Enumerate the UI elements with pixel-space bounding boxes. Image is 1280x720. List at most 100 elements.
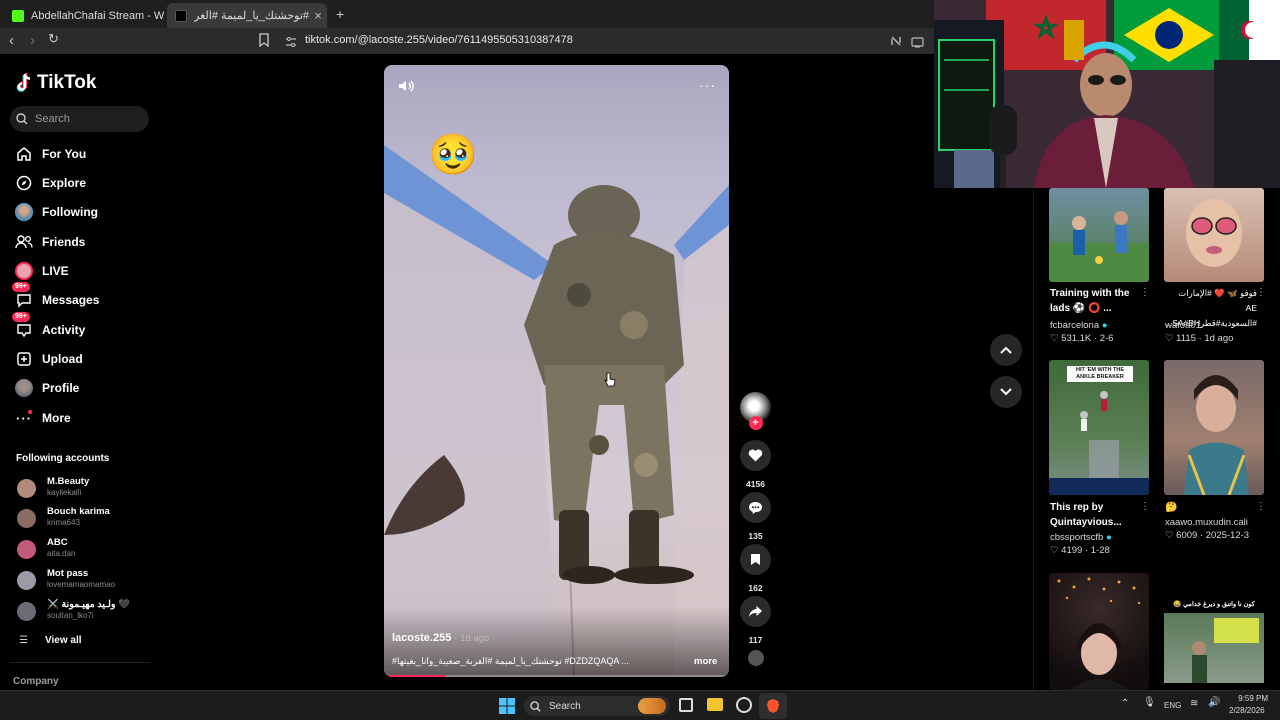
share-icon[interactable] (740, 596, 771, 627)
card-stats: ♡ 6009 · 2025-12-3 (1165, 530, 1250, 541)
bookmark-action[interactable]: 162 (740, 544, 771, 593)
activity-icon: 99+ (12, 312, 34, 340)
taskbar-search[interactable]: Search (524, 696, 670, 716)
list-icon: ☰ (19, 635, 28, 646)
avatar (17, 540, 36, 559)
thumbnail-caption: كون نا واتنق و ديرغ خدامي 😂 (1173, 601, 1255, 608)
webcam-overlay (934, 0, 1280, 188)
no-tracking-icon[interactable] (890, 34, 902, 52)
new-tab-button[interactable]: + (336, 6, 344, 22)
thumbnail-image (1164, 613, 1264, 683)
video-thumbnail[interactable]: كون نا واتنق و ديرغ خدامي 😂 (1164, 573, 1264, 690)
progress-fill (384, 675, 447, 677)
card-more-icon[interactable]: ⋮ (1256, 501, 1266, 512)
card-user[interactable]: cbssportscfb ● (1050, 532, 1112, 543)
nav-upload[interactable]: Upload (14, 348, 154, 370)
clock-date[interactable]: 2/28/2026 (1229, 706, 1265, 715)
account-item[interactable]: Mot pass lovemamaomamao (17, 568, 157, 592)
author-avatar-button[interactable]: + (740, 392, 771, 430)
tiktok-icon (175, 9, 187, 22)
sound-disc-icon[interactable] (748, 650, 764, 666)
nav-activity[interactable]: 99+ Activity (12, 312, 154, 341)
site-settings-icon[interactable] (285, 35, 297, 53)
view-all-link[interactable]: View all (45, 635, 82, 646)
card-title[interactable]: This rep by Quintayvious... (1050, 500, 1142, 530)
comment-icon[interactable] (740, 492, 771, 523)
app-icon[interactable] (736, 697, 752, 713)
nav-following[interactable]: Following (14, 201, 154, 223)
bookmark-icon[interactable] (740, 544, 771, 575)
previous-video-button[interactable] (990, 334, 1022, 366)
tray-chevron-up-icon[interactable]: ⌃ (1121, 698, 1129, 709)
url-field[interactable]: tiktok.com/@lacoste.255/video/7611495505… (305, 34, 573, 46)
microphone-icon[interactable]: 🎙 (1143, 697, 1156, 708)
card-more-icon[interactable]: ⋮ (1256, 287, 1266, 298)
account-item[interactable]: ABC aita.dan (17, 537, 157, 561)
company-link[interactable]: Company (13, 676, 59, 687)
windows-start-icon[interactable] (499, 698, 515, 719)
nav-profile[interactable]: Profile (14, 377, 154, 399)
nav-friends[interactable]: Friends (14, 231, 154, 253)
upload-icon (14, 349, 34, 369)
video-player[interactable]: ··· 🥹 lacoste.255 · 1d ago #توحشتك_يا_لم… (384, 65, 729, 677)
wifi-icon[interactable]: ≋ (1190, 698, 1198, 709)
nav-for-you[interactable]: For You (14, 143, 154, 165)
cast-icon[interactable] (911, 35, 924, 53)
video-more-icon[interactable]: ··· (699, 77, 716, 93)
video-thumbnail[interactable] (1164, 360, 1264, 495)
file-explorer-icon[interactable] (707, 698, 723, 711)
compass-icon (14, 173, 34, 193)
webcam-frame (934, 0, 1280, 188)
card-user[interactable]: wafoa01 (1165, 320, 1201, 331)
back-icon[interactable]: ‹ (9, 32, 14, 49)
caption-more-button[interactable]: more (694, 656, 717, 667)
close-tab-icon[interactable]: × (309, 8, 327, 23)
account-item[interactable]: Bouch karima krima643 (17, 506, 157, 530)
card-title[interactable]: 🤔 (1165, 500, 1257, 515)
video-caption: #توحشتك_يا_لميمة #الغربة_صعيبة_وانا_بغيت… (392, 656, 629, 666)
taskbar: Search ⌃ 🎙 ENG ≋ 🔊 9:59 PM 2/28/2026 (0, 690, 1280, 720)
clock-time[interactable]: 9:59 PM (1238, 694, 1268, 703)
volume-icon[interactable] (398, 79, 414, 98)
card-user[interactable]: xaawo.muxudin.cali (1165, 517, 1248, 528)
task-view-icon[interactable] (679, 698, 693, 712)
video-thumbnail[interactable]: HIT 'EM WITH THE ANKLE BREAKER (1049, 360, 1149, 495)
reload-icon[interactable]: ↻ (48, 31, 59, 47)
search-input[interactable]: Search (10, 106, 149, 132)
follow-plus-icon[interactable]: + (748, 416, 763, 430)
nav-messages[interactable]: 99+ Messages (12, 282, 154, 311)
card-more-icon[interactable]: ⋮ (1140, 287, 1150, 298)
home-icon (14, 144, 34, 164)
next-video-button[interactable] (990, 376, 1022, 408)
language-indicator[interactable]: ENG (1164, 701, 1181, 710)
avatar (17, 479, 36, 498)
account-item[interactable]: ⚔️ ولـيد مهيـمونة 🖤 soultan_lko7i (17, 599, 157, 623)
nav-more[interactable]: ··· More (14, 407, 154, 429)
comment-action[interactable]: 135 (740, 492, 771, 541)
video-thumbnail[interactable] (1164, 188, 1264, 282)
volume-tray-icon[interactable]: 🔊 (1208, 697, 1220, 708)
card-title[interactable]: Training with the lads ⚽ ⭕ ... (1050, 286, 1142, 316)
forward-icon[interactable]: › (30, 32, 35, 49)
bookmark-page-icon[interactable] (259, 33, 269, 52)
tiktok-logo[interactable]: TikTok (16, 72, 96, 94)
brave-taskbar-button[interactable] (759, 693, 787, 719)
tab-stream[interactable]: AbdellahChafai Stream - Watch Live : (4, 3, 164, 28)
search-icon (16, 113, 28, 125)
avatar (17, 509, 36, 528)
like-action[interactable]: 4156 (740, 440, 771, 489)
tab-tiktok[interactable]: #توحشتك_يا_لميمة #الغربة_صعيبة × (167, 3, 327, 28)
share-action[interactable]: 117 (740, 596, 771, 645)
avatar (17, 602, 36, 621)
video-thumbnail[interactable] (1049, 188, 1149, 282)
search-highlight-icon (638, 698, 666, 714)
progress-track[interactable] (384, 675, 729, 677)
nav-explore[interactable]: Explore (14, 172, 154, 194)
heart-icon[interactable] (740, 440, 771, 471)
card-user[interactable]: fcbarcelona ● (1050, 320, 1108, 331)
video-author[interactable]: lacoste.255 · 1d ago (392, 632, 489, 644)
nav-live[interactable]: LIVE (14, 260, 154, 282)
video-thumbnail[interactable] (1049, 573, 1149, 690)
account-item[interactable]: M.Beauty kayliekalli (17, 476, 157, 500)
card-more-icon[interactable]: ⋮ (1140, 501, 1150, 512)
